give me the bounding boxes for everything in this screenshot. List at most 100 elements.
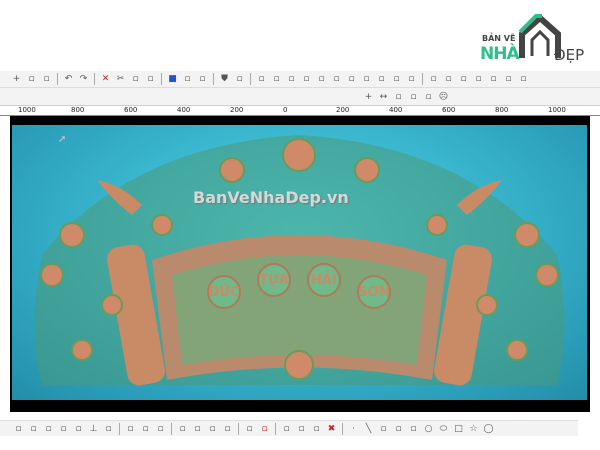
shade-icon[interactable]: ▫	[196, 73, 209, 86]
toolbar-separator	[342, 422, 343, 435]
logo-text: ĐẸP	[554, 46, 585, 64]
scale-icon[interactable]: ▫	[457, 73, 470, 86]
toolbar-separator	[161, 73, 162, 85]
main-toolbar: + ▫ ▫ ↶ ↷ ✕ ✂ ▫ ▫ ■ ▫ ▫ ⛊ ▫ ▫ ▫ ▫ ▫ ▫ ▫ ▫ ▫ ▫ ▫ ▫ ▫ ▫ ▫ ▫ ▫ ▫ ▫	[0, 71, 600, 88]
snap-circle-icon[interactable]: ▫	[72, 422, 85, 435]
polygon-icon[interactable]: ◯	[482, 422, 495, 435]
perpendicular-icon[interactable]: ⊥	[87, 422, 100, 435]
point-icon[interactable]: ·	[347, 422, 360, 435]
toolbar-separator	[422, 73, 423, 85]
relief-model[interactable]: BanVeNhaDep.vn ĐỨC TỰA HẢI SƠN	[12, 125, 587, 400]
arc-icon[interactable]: ▫	[487, 73, 500, 86]
smooth-icon[interactable]: ▫	[295, 422, 308, 435]
edit-node-icon[interactable]: ▫	[315, 73, 328, 86]
logo-text: NHÀ	[480, 44, 520, 64]
ruler-label: 200	[336, 106, 350, 114]
watermark: BanVeNhaDep.vn	[193, 188, 349, 207]
toolbar-separator	[94, 73, 95, 85]
color-icon[interactable]: ■	[166, 73, 179, 86]
layer-icon[interactable]: ▫	[345, 73, 358, 86]
inscription-char: SƠN	[357, 275, 391, 309]
snap-cross-icon[interactable]: +	[10, 73, 23, 86]
toolbar-separator	[238, 422, 239, 435]
toolbar-separator	[57, 73, 58, 85]
ruler-label: 200	[230, 106, 244, 114]
inscription-char: TỰA	[257, 263, 291, 297]
angle-measure-icon[interactable]: ▫	[422, 90, 435, 103]
redo-icon[interactable]: ↷	[77, 73, 90, 86]
skull-icon[interactable]: ☹	[437, 90, 450, 103]
align-icon[interactable]: ▫	[390, 73, 403, 86]
tangent-icon[interactable]: ▫	[102, 422, 115, 435]
crosshair-icon[interactable]: +	[362, 90, 375, 103]
ruler-label: 400	[389, 106, 403, 114]
cut-icon[interactable]: ✂	[114, 73, 127, 86]
polyline-icon[interactable]: ▫	[407, 422, 420, 435]
fillet-icon[interactable]: ▫	[221, 422, 234, 435]
node-icon[interactable]: ▫	[124, 422, 137, 435]
mirror-icon[interactable]: ▫	[427, 73, 440, 86]
snap-end-icon[interactable]: ▫	[27, 422, 40, 435]
ruler-label: 600	[442, 106, 456, 114]
bezier-icon[interactable]: ▫	[392, 422, 405, 435]
toolbar-separator	[213, 73, 214, 85]
corner2-icon[interactable]: ▫	[285, 73, 298, 86]
rotate-icon[interactable]: ▫	[442, 73, 455, 86]
ruler-label: 800	[495, 106, 509, 114]
toolbar-separator	[275, 422, 276, 435]
weld-icon[interactable]: ▫	[154, 422, 167, 435]
box-icon[interactable]: ▫	[300, 73, 313, 86]
ruler-label: 1000	[548, 106, 566, 114]
3d-viewport[interactable]: BanVeNhaDep.vn ĐỨC TỰA HẢI SƠN ➚	[10, 116, 590, 412]
ruler-label: 600	[124, 106, 138, 114]
shield-icon[interactable]: ⛊	[218, 73, 231, 86]
delete-vector-icon[interactable]: ▫	[258, 422, 271, 435]
circle-icon[interactable]: ○	[422, 422, 435, 435]
extend-icon[interactable]: ▫	[310, 422, 323, 435]
toolbar-separator	[171, 422, 172, 435]
ruler-label: 1000	[18, 106, 36, 114]
paste-icon[interactable]: ▫	[144, 73, 157, 86]
offset-icon[interactable]: ▫	[206, 422, 219, 435]
undo-icon[interactable]: ↶	[62, 73, 75, 86]
trim-icon[interactable]: ▫	[233, 73, 246, 86]
toolbar-separator	[119, 422, 120, 435]
dropdown-icon[interactable]: ▫	[40, 73, 53, 86]
inscription-char: HẢI	[307, 263, 341, 297]
measure-icon[interactable]: ↔	[377, 90, 390, 103]
corner-icon[interactable]: ▫	[270, 73, 283, 86]
curve-icon[interactable]: ▫	[502, 73, 515, 86]
step-icon[interactable]: ▫	[392, 90, 405, 103]
group-icon[interactable]: ▫	[360, 73, 373, 86]
render-icon[interactable]: ▫	[181, 73, 194, 86]
intersect-icon[interactable]: ▫	[191, 422, 204, 435]
copy-icon[interactable]: ▫	[129, 73, 142, 86]
arc3-icon[interactable]: ▫	[377, 422, 390, 435]
star-icon[interactable]: ☆	[467, 422, 480, 435]
line-icon[interactable]: ╲	[362, 422, 375, 435]
close-vector-icon[interactable]: ▫	[243, 422, 256, 435]
logo-text: BẢN VẼ	[482, 34, 516, 43]
horizontal-ruler[interactable]: 1000 800 600 400 200 0 200 400 600 800 1000	[0, 106, 600, 116]
rectangle-icon[interactable]: □	[452, 422, 465, 435]
table-icon[interactable]: ▫	[472, 73, 485, 86]
grid-icon[interactable]: ▫	[407, 90, 420, 103]
select-box-icon[interactable]: ▫	[25, 73, 38, 86]
view-toolbar: + ↔ ▫ ▫ ▫ ☹	[0, 88, 600, 106]
array-icon[interactable]: ▫	[405, 73, 418, 86]
snap-icon[interactable]: ▫	[12, 422, 25, 435]
vector-toolbar: ▫ ▫ ▫ ▫ ▫ ⊥ ▫ ▫ ▫ ▫ ▫ ▫ ▫ ▫ ▫ ▫ ▫ ▫ ▫ ✖ · ╲ ▫ ▫ ▫ ○ ⬭ □ ☆ ◯	[0, 420, 578, 436]
angle-icon[interactable]: ▫	[255, 73, 268, 86]
delete-icon[interactable]: ✕	[99, 73, 112, 86]
link-icon[interactable]: ▫	[330, 73, 343, 86]
spiral-icon[interactable]: ▫	[517, 73, 530, 86]
ungroup-icon[interactable]: ▫	[375, 73, 388, 86]
delete-all-icon[interactable]: ✖	[325, 422, 338, 435]
transform-icon[interactable]: ▫	[280, 422, 293, 435]
site-logo: BẢN VẼ NHÀ ĐẸP	[478, 12, 593, 64]
snap-mid-icon[interactable]: ▫	[42, 422, 55, 435]
subtract-icon[interactable]: ▫	[176, 422, 189, 435]
ellipse-icon[interactable]: ⬭	[437, 422, 450, 435]
vector-icon[interactable]: ▫	[139, 422, 152, 435]
snap-center-icon[interactable]: ▫	[57, 422, 70, 435]
